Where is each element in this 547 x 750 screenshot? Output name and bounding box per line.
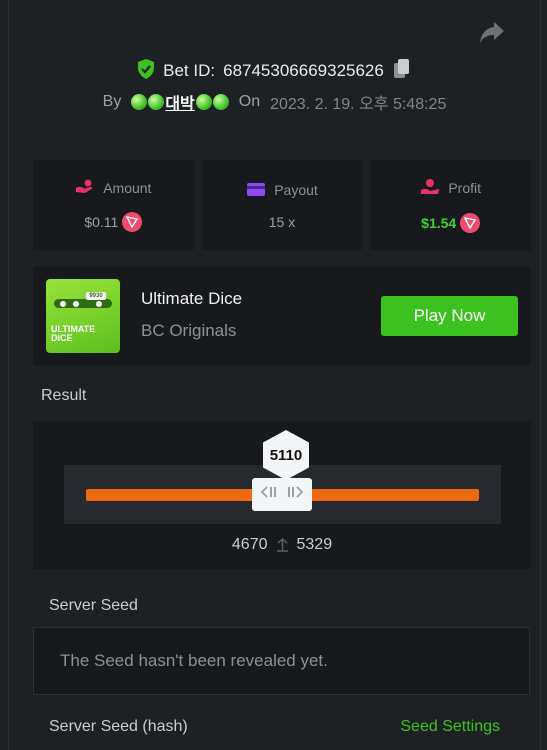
stat-payout: Payout 15 x <box>201 160 363 250</box>
range-arrow-icon <box>276 537 289 553</box>
copy-icon[interactable] <box>392 58 412 85</box>
green-ball-icon <box>212 94 229 110</box>
trx-coin-icon <box>460 212 481 233</box>
game-card: 9930 ULTIMATE DICE Ultimate Dice BC Orig… <box>33 267 531 365</box>
wallet-icon <box>246 181 266 200</box>
by-row: By 대박 On 2023. 2. 19. 오후 5:48:25 <box>9 90 540 114</box>
range-low: 4670 <box>231 536 268 553</box>
money-hand-icon <box>75 179 95 198</box>
seed-settings-link[interactable]: Seed Settings <box>400 718 500 736</box>
slider-handle[interactable] <box>252 478 312 511</box>
stat-profit: Profit $1.54 <box>370 160 532 250</box>
bet-date: 2023. 2. 19. 오후 5:48:25 <box>270 96 447 113</box>
bet-id-value: 68745306669325626 <box>223 61 384 80</box>
bet-details-panel: Bet ID: 68745306669325626 By 대박 On 2023.… <box>8 0 541 750</box>
server-seed-hash-title: Server Seed (hash) <box>49 718 188 735</box>
game-thumbnail[interactable]: 9930 ULTIMATE DICE <box>46 279 120 353</box>
stat-amount: Amount $0.11 <box>33 160 194 250</box>
thumb-pill: 9930 <box>86 292 106 300</box>
bet-id-label: Bet ID: <box>163 61 216 80</box>
on-label: On <box>238 93 261 110</box>
stat-amount-value: $0.11 <box>84 213 119 230</box>
green-ball-icon <box>195 94 212 110</box>
trx-coin-icon <box>122 211 143 232</box>
slider-grip-icon <box>260 485 304 504</box>
stat-profit-label: Profit <box>448 180 482 196</box>
game-title: Ultimate Dice <box>141 289 243 308</box>
server-seed-title: Server Seed <box>49 597 138 614</box>
range-high: 5329 <box>296 536 333 553</box>
range-labels: 4670 5329 <box>33 536 531 554</box>
result-title: Result <box>41 387 87 404</box>
bet-stats: Amount $0.11 Payout 15 x Profit $1.54 <box>33 160 532 250</box>
green-ball-icon <box>148 94 165 110</box>
thumb-text: ULTIMATE DICE <box>51 324 96 343</box>
game-provider: BC Originals <box>141 321 237 340</box>
play-now-button[interactable]: Play Now <box>381 296 518 336</box>
stat-amount-label: Amount <box>103 180 152 196</box>
stat-payout-value: 15 x <box>268 213 296 230</box>
username: 대박 <box>165 96 195 113</box>
username-link[interactable]: 대박 <box>131 90 229 114</box>
share-icon[interactable] <box>478 20 506 46</box>
result-box: 5110 4670 5329 <box>33 421 531 569</box>
green-ball-icon <box>131 94 148 110</box>
by-label: By <box>102 93 122 110</box>
server-seed-box: The Seed hasn't been revealed yet. <box>33 627 530 695</box>
profit-icon <box>420 178 440 199</box>
stat-profit-value: $1.54 <box>421 214 457 231</box>
bet-id-row: Bet ID: 68745306669325626 <box>9 58 540 84</box>
shield-check-icon <box>137 58 155 84</box>
stat-payout-label: Payout <box>274 182 318 198</box>
